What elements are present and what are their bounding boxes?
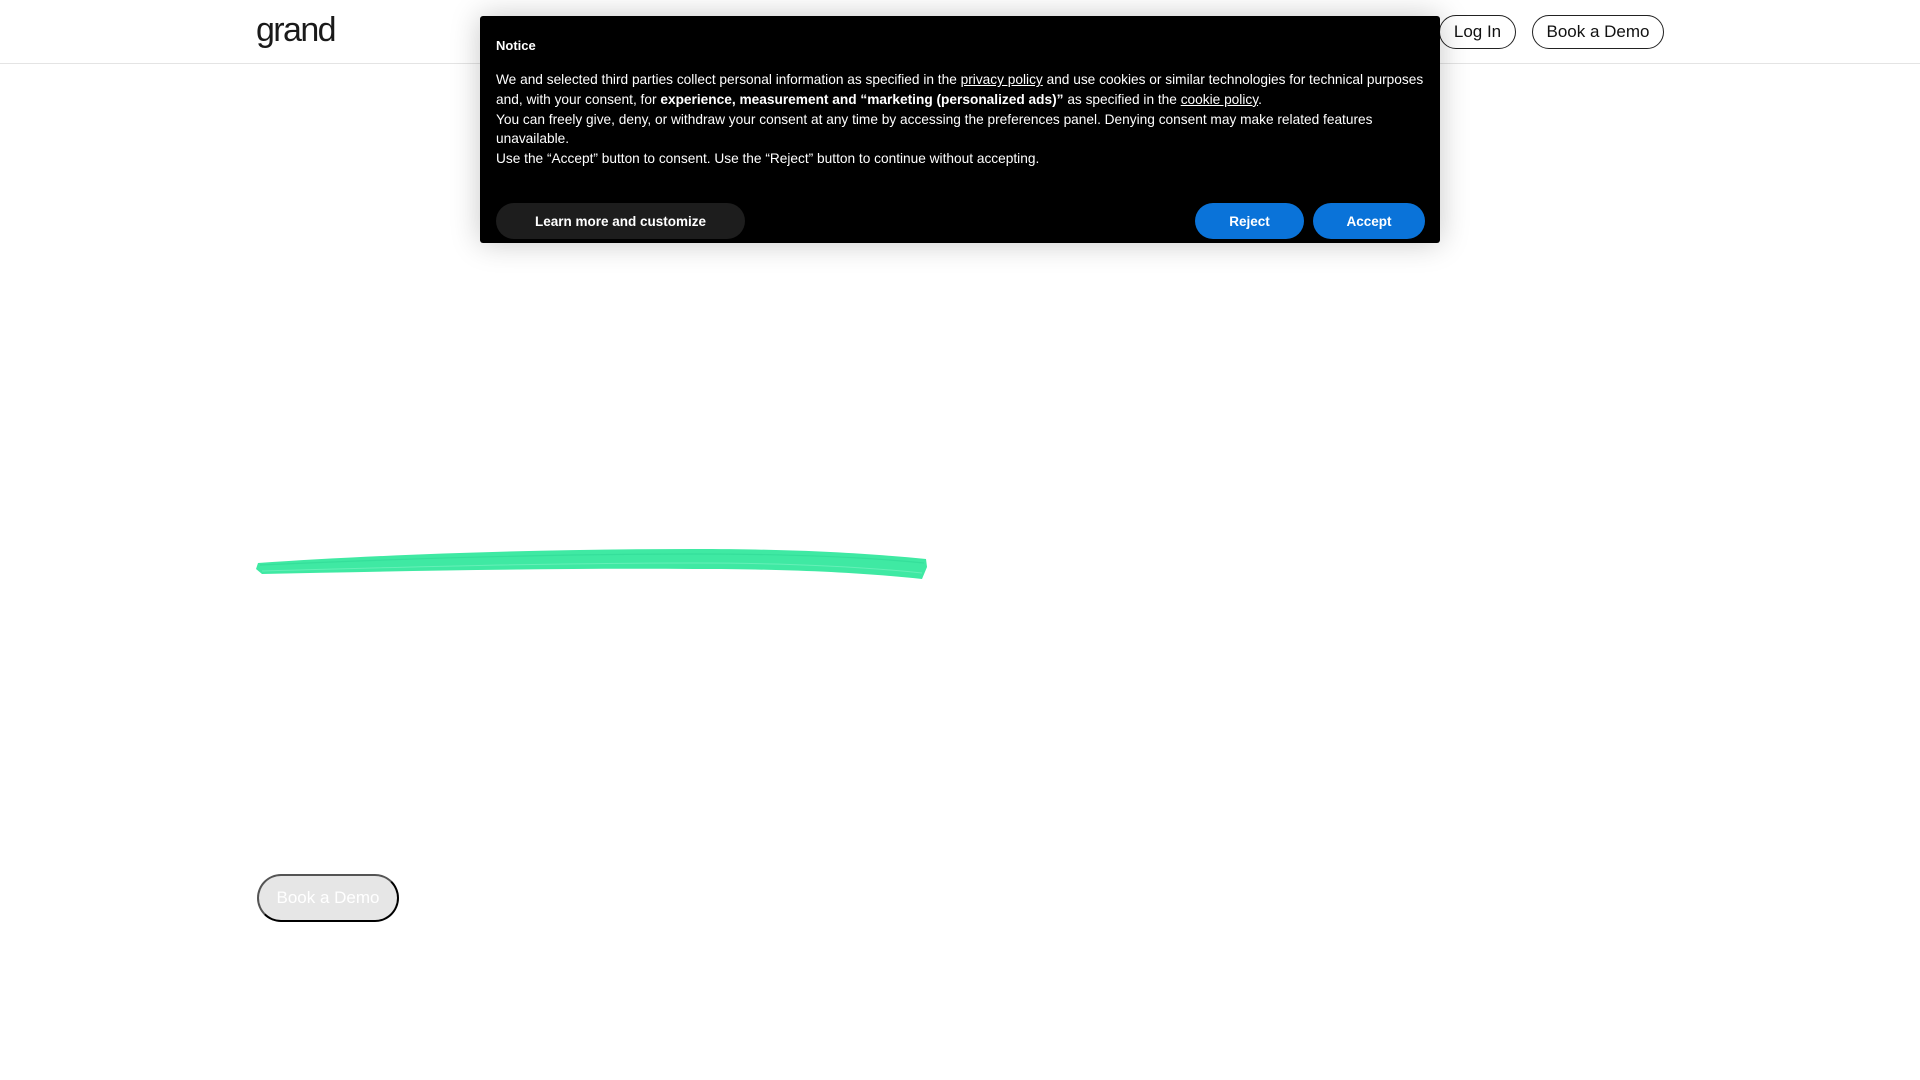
notice-title: Notice <box>496 38 536 53</box>
notice-bold-purposes: experience, measurement and “marketing (… <box>660 91 1064 107</box>
notice-text: . <box>1258 91 1262 107</box>
cookie-policy-link[interactable]: cookie policy <box>1181 92 1258 107</box>
notice-paragraph-3: Use the “Accept” button to consent. Use … <box>496 151 1040 167</box>
notice-paragraph-1: We and selected third parties collect pe… <box>496 70 1424 110</box>
cookie-notice-dialog: Notice We and selected third parties col… <box>480 16 1440 243</box>
notice-text: We and selected third parties collect pe… <box>496 72 961 87</box>
grand-logo[interactable]: grand <box>256 10 337 50</box>
privacy-policy-link[interactable]: privacy policy <box>961 72 1043 87</box>
page: grand Log In Book a Demo Book a Demo Not… <box>0 0 1920 1080</box>
notice-text: as specified in the <box>1063 91 1181 107</box>
hero-book-demo-button[interactable]: Book a Demo <box>257 874 399 922</box>
login-button[interactable]: Log In <box>1439 15 1516 49</box>
notice-paragraph-2: You can freely give, deny, or withdraw y… <box>496 111 1373 147</box>
learn-more-customize-button[interactable]: Learn more and customize <box>496 203 745 239</box>
accept-button[interactable]: Accept <box>1313 203 1425 239</box>
reject-button[interactable]: Reject <box>1195 203 1304 239</box>
notice-body: We and selected third parties collect pe… <box>496 70 1424 169</box>
hero-brush-stroke <box>254 541 930 583</box>
header-book-demo-button[interactable]: Book a Demo <box>1532 15 1664 49</box>
